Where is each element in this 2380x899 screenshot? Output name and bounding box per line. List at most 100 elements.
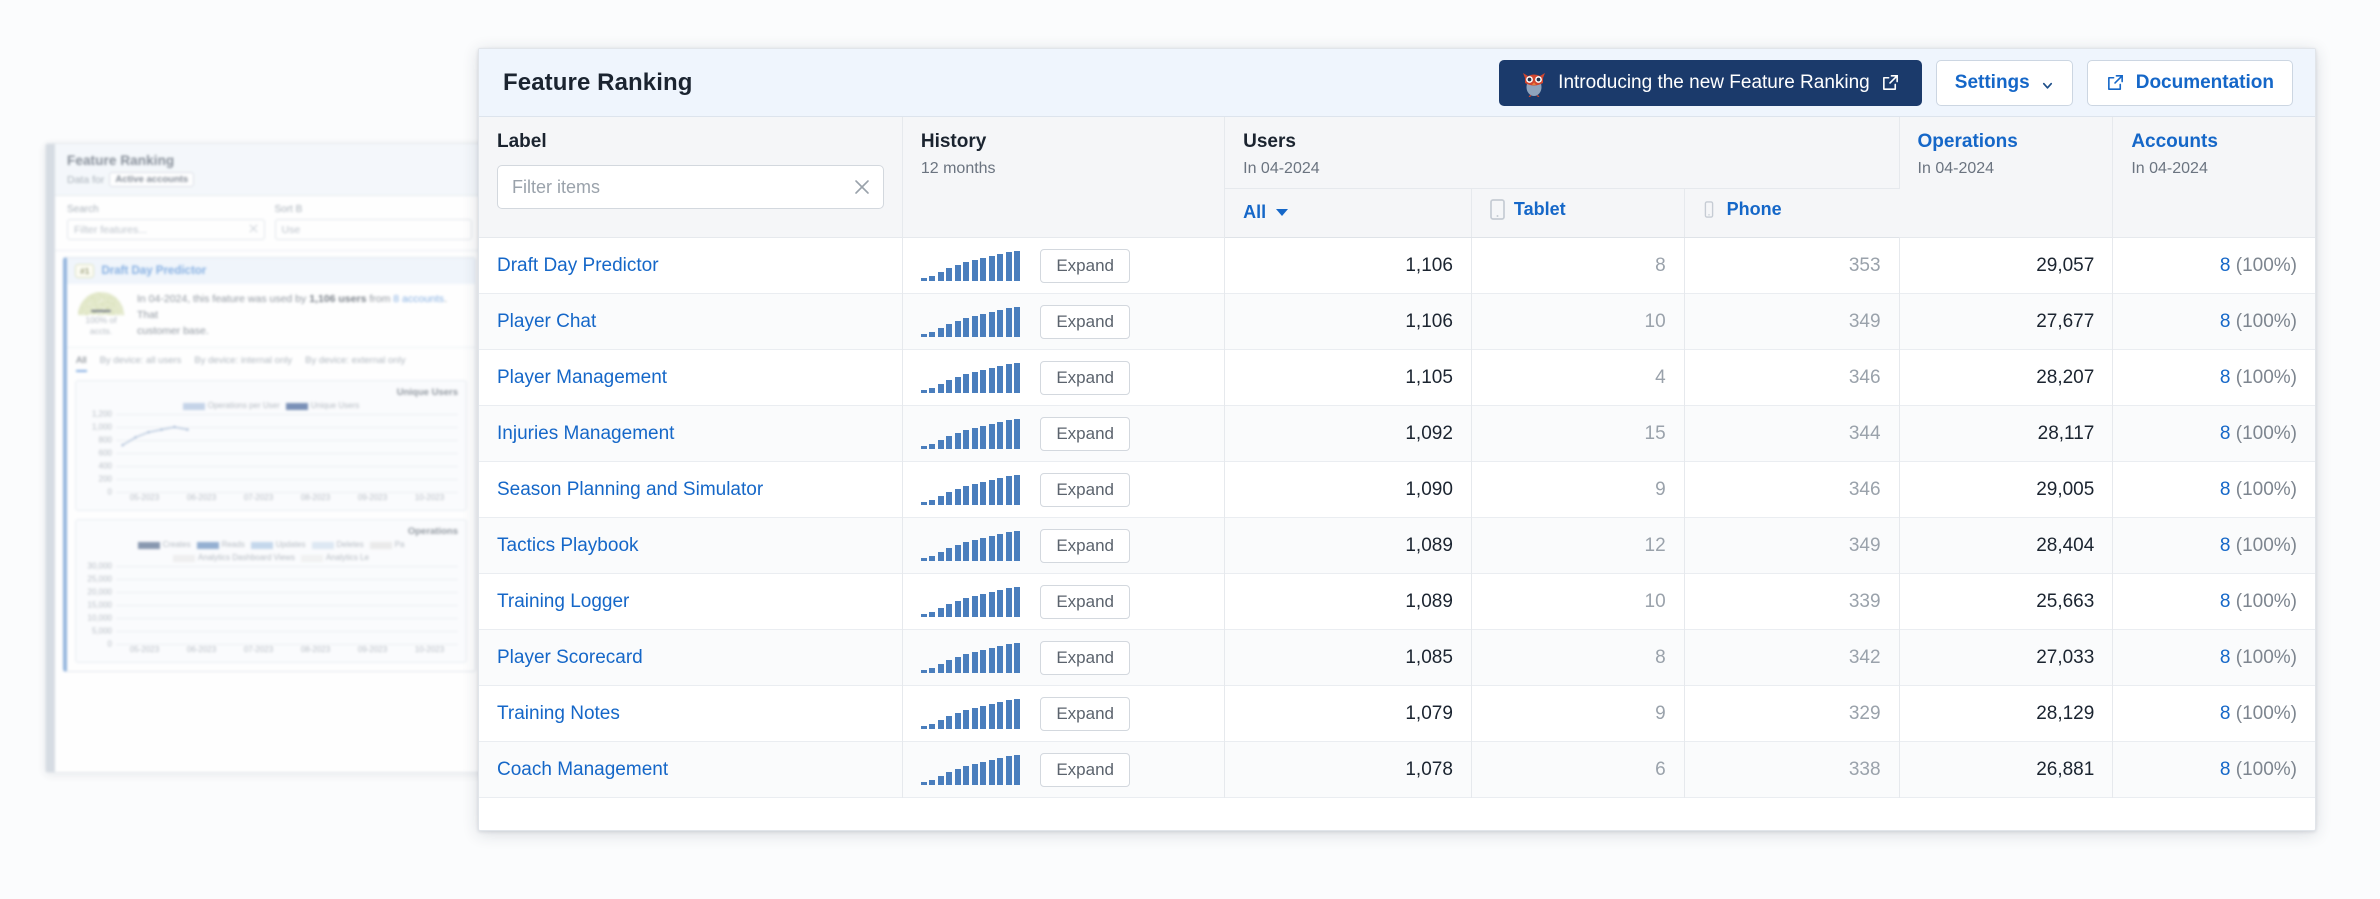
accounts-value[interactable]: 8: [2220, 647, 2231, 668]
col-history-sub: 12 months: [920, 160, 996, 177]
background-rank-badge: #1: [75, 264, 95, 278]
cell-operations: 28,207: [1899, 349, 2114, 406]
background-accent-bar: [46, 144, 55, 772]
background-sortby-value: Use: [281, 223, 301, 236]
col-label-title: Label: [497, 131, 547, 152]
filter-items-input[interactable]: [512, 176, 853, 198]
cell-users-phone: 346: [1684, 349, 1900, 406]
feature-label-link[interactable]: Injuries Management: [497, 423, 674, 444]
expand-button[interactable]: Expand: [1040, 640, 1131, 675]
col-accounts[interactable]: Accounts In 04-2024: [2112, 117, 2315, 238]
ytick: 600: [98, 448, 112, 458]
table-row[interactable]: Tactics Playbook Expand 1,089 12 349 28,…: [479, 517, 2315, 574]
legend-unique-users: Unique Users: [310, 401, 360, 411]
background-sortby-select[interactable]: Use: [274, 219, 472, 240]
expand-button[interactable]: Expand: [1040, 584, 1131, 619]
background-chart-ops-plot: 30,000 25,000 20,000 15,000 10,000 5,000…: [84, 562, 458, 658]
feature-ranking-table: Label Filter items History 12 months Use…: [479, 117, 2315, 798]
table-row[interactable]: Training Notes Expand 1,079 9 329 28,129…: [479, 685, 2315, 742]
table-row[interactable]: Coach Management Expand 1,078 6 338 26,8…: [479, 741, 2315, 798]
feature-label-link[interactable]: Tactics Playbook: [497, 535, 639, 556]
cell-accounts: 8 (100%): [2113, 462, 2315, 518]
table-row[interactable]: Player Scorecard Expand 1,085 8 342 27,0…: [479, 629, 2315, 686]
accounts-value[interactable]: 8: [2220, 423, 2231, 444]
subcol-users-phone[interactable]: Phone: [1684, 188, 1900, 238]
promo-banner-button[interactable]: Introducing the new Feature Ranking: [1499, 59, 1922, 106]
accounts-value[interactable]: 8: [2220, 535, 2231, 556]
external-link-icon: [2106, 73, 2125, 92]
clear-filter-icon[interactable]: [853, 178, 871, 196]
expand-button[interactable]: Expand: [1040, 248, 1131, 283]
feature-label-link[interactable]: Player Scorecard: [497, 647, 643, 668]
cell-label: Training Notes: [479, 685, 903, 742]
subcol-users-all[interactable]: All: [1224, 188, 1472, 238]
summary-accounts-link[interactable]: 8 accounts: [393, 293, 444, 305]
col-operations[interactable]: Operations In 04-2024: [1899, 117, 2114, 238]
cell-users-phone: 353: [1684, 237, 1900, 294]
expand-button[interactable]: Expand: [1040, 528, 1131, 563]
cell-operations: 27,677: [1899, 293, 2114, 350]
cell-label: Injuries Management: [479, 405, 903, 462]
background-tab-all[interactable]: All: [76, 355, 87, 373]
background-search-input[interactable]: Filter features...: [67, 219, 265, 240]
cell-accounts: 8 (100%): [2113, 406, 2315, 462]
accounts-value[interactable]: 8: [2220, 703, 2231, 724]
documentation-button[interactable]: Documentation: [2086, 59, 2293, 106]
feature-label-link[interactable]: Coach Management: [497, 759, 668, 780]
feature-label-link[interactable]: Player Chat: [497, 311, 596, 332]
expand-button[interactable]: Expand: [1040, 696, 1131, 731]
cell-history: Expand: [902, 573, 1226, 630]
expand-button[interactable]: Expand: [1040, 304, 1131, 339]
accounts-value[interactable]: 8: [2220, 759, 2231, 780]
col-label: Label: [479, 117, 903, 238]
expand-button[interactable]: Expand: [1040, 752, 1131, 787]
cell-history: Expand: [902, 741, 1226, 798]
accounts-value[interactable]: 8: [2220, 255, 2231, 276]
background-tab-by-device-external[interactable]: By device: external only: [305, 355, 405, 372]
background-sortby-label: Sort B: [274, 204, 303, 215]
accounts-value[interactable]: 8: [2220, 311, 2231, 332]
col-accounts-title[interactable]: Accounts: [2131, 131, 2297, 153]
cell-operations: 27,033: [1899, 629, 2114, 686]
subcol-users-tablet[interactable]: Tablet: [1471, 188, 1685, 238]
background-tab-by-device-internal[interactable]: By device: internal only: [194, 355, 292, 372]
feature-label-link[interactable]: Draft Day Predictor: [497, 255, 659, 276]
sparkline-chart: [920, 250, 1021, 281]
table-row[interactable]: Player Chat Expand 1,106 10 349 27,677 8…: [479, 293, 2315, 350]
table-row[interactable]: Season Planning and Simulator Expand 1,0…: [479, 461, 2315, 518]
settings-button[interactable]: Settings: [1935, 59, 2073, 106]
feature-label-link[interactable]: Player Management: [497, 367, 667, 388]
ytick: 0: [107, 487, 112, 497]
clear-icon[interactable]: [249, 224, 258, 236]
accounts-percent: (100%): [2235, 590, 2297, 612]
summary-line2: customer base.: [137, 324, 209, 337]
cell-users-phone: 344: [1684, 405, 1900, 462]
background-feature-title[interactable]: Draft Day Predictor: [101, 265, 206, 277]
table-row[interactable]: Injuries Management Expand 1,092 15 344 …: [479, 405, 2315, 462]
filter-items-box[interactable]: [497, 165, 884, 209]
ytick: 0: [107, 639, 112, 649]
expand-button[interactable]: Expand: [1040, 360, 1131, 395]
background-app-window: Feature Ranking Data for Active accounts…: [45, 143, 485, 773]
feature-label-link[interactable]: Training Logger: [497, 591, 629, 612]
accounts-value[interactable]: 8: [2220, 479, 2231, 500]
background-tab-by-device-all[interactable]: By device: all users: [100, 355, 182, 372]
feature-label-link[interactable]: Training Notes: [497, 703, 620, 724]
expand-button[interactable]: Expand: [1040, 416, 1131, 451]
cell-label: Tactics Playbook: [479, 517, 903, 574]
feature-label-link[interactable]: Season Planning and Simulator: [497, 479, 763, 500]
table-row[interactable]: Player Management Expand 1,105 4 346 28,…: [479, 349, 2315, 406]
cell-users-tablet: 6: [1471, 741, 1685, 798]
cell-users-phone: 342: [1684, 629, 1900, 686]
background-chart-ops-title: Operations: [407, 526, 458, 538]
expand-button[interactable]: Expand: [1040, 472, 1131, 507]
sparkline-chart: [920, 642, 1021, 673]
accounts-value[interactable]: 8: [2220, 367, 2231, 388]
col-operations-title[interactable]: Operations: [1918, 131, 2095, 153]
accounts-value[interactable]: 8: [2220, 591, 2231, 612]
background-chart-users-title: Unique Users: [396, 387, 458, 399]
cell-accounts: 8 (100%): [2113, 742, 2315, 798]
legend-analytics-le: Analytics Le: [325, 553, 369, 563]
table-row[interactable]: Training Logger Expand 1,089 10 339 25,6…: [479, 573, 2315, 630]
table-row[interactable]: Draft Day Predictor Expand 1,106 8 353 2…: [479, 237, 2315, 294]
